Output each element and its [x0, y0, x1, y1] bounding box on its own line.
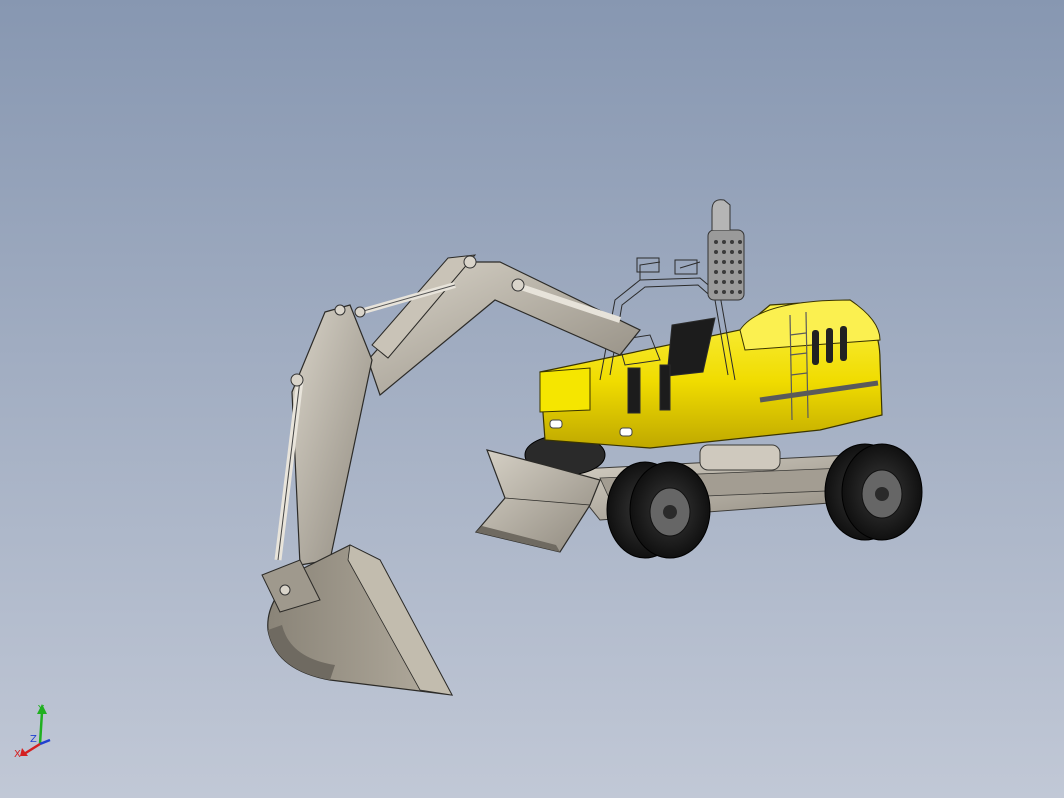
bucket[interactable] — [261, 544, 454, 696]
exhaust-stack[interactable] — [707, 199, 745, 301]
z-axis-line — [39, 738, 51, 746]
cad-graphics-viewport[interactable]: Y Z X — [0, 0, 1064, 798]
wheel-front-left[interactable] — [606, 461, 711, 559]
x-axis-label: X — [14, 749, 21, 760]
stick-arm[interactable] — [274, 304, 373, 566]
y-axis-label: Y — [37, 704, 45, 715]
y-axis-line — [38, 711, 44, 745]
wheel-rear-right[interactable] — [824, 443, 923, 541]
chassis[interactable] — [559, 444, 871, 521]
excavator-model[interactable] — [0, 0, 1064, 798]
orientation-triad[interactable]: Y Z X — [12, 700, 64, 764]
z-axis-label: Z — [30, 734, 37, 745]
x-axis-line — [23, 742, 41, 756]
